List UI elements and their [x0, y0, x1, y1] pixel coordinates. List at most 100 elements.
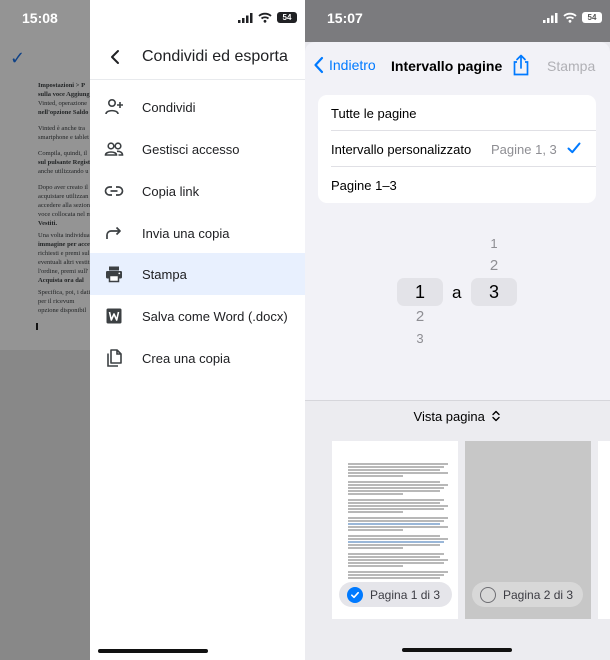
back-label: Indietro — [329, 57, 376, 73]
option-value: Pagine 1, 3 — [491, 142, 557, 157]
link-icon — [104, 186, 124, 196]
option-pages-1-3[interactable]: Pagine 1–3 — [318, 167, 596, 203]
battery-icon: 54 — [582, 12, 602, 23]
menu-item-invia-copia[interactable]: Invia una copia — [90, 212, 305, 254]
share-export-drawer: Condividi ed esporta Condividi Gestisci … — [90, 0, 305, 660]
word-icon — [106, 308, 122, 324]
checked-circle-icon — [347, 586, 363, 603]
thumbnail-text-line — [348, 544, 440, 546]
people-icon — [104, 142, 124, 156]
right-phone-screen: 15:07 54 Indietro Intervallo pagine Stam… — [305, 0, 610, 660]
home-indicator[interactable] — [98, 649, 208, 653]
thumbnail-text-line — [348, 529, 403, 531]
menu-item-copia-link[interactable]: Copia link — [90, 170, 305, 212]
thumbnail-text-line — [348, 556, 440, 558]
drawer-header: Condividi ed esporta — [90, 36, 305, 80]
thumbnail-text-line — [348, 577, 440, 579]
menu-item-label: Copia link — [142, 183, 200, 199]
picker-from-option[interactable]: 2 — [410, 308, 430, 325]
option-label: Pagine 1–3 — [331, 178, 397, 193]
thumbnail-text-line — [348, 487, 444, 489]
picker-to-option[interactable]: 1 — [484, 236, 504, 251]
thumbnail-text-line — [348, 520, 444, 522]
menu-item-salva-word[interactable]: Salva come Word (.docx) — [90, 295, 305, 337]
thumbnail-text-line — [348, 472, 448, 474]
forward-arrow-icon — [106, 226, 121, 239]
page-label: Pagina 2 di 3 — [503, 587, 574, 602]
thumbnail-text-line — [348, 571, 448, 573]
thumbnail-text-line — [348, 541, 444, 543]
option-label: Tutte le pagine — [331, 106, 417, 121]
menu-item-label: Gestisci accesso — [142, 141, 240, 157]
wifi-icon — [258, 12, 272, 23]
menu-item-label: Crea una copia — [142, 350, 231, 366]
thumbnail-text-line — [348, 490, 440, 492]
status-time: 15:08 — [22, 10, 58, 26]
thumbnail-text-line — [348, 484, 448, 486]
left-phone-screen: ✓ Impostazioni > Psulla voce Aggiung Vint… — [0, 0, 305, 660]
print-button[interactable]: Stampa — [547, 58, 595, 74]
share-icon[interactable] — [511, 54, 531, 76]
menu-item-label: Stampa — [142, 266, 187, 282]
page-thumbnail-3[interactable] — [598, 441, 610, 619]
thumbnail-text-line — [348, 466, 444, 468]
dim-overlay-lower — [0, 350, 90, 660]
thumbnail-text-line — [348, 562, 444, 564]
chevron-left-icon — [314, 56, 324, 74]
thumbnail-text-line — [348, 508, 444, 510]
printer-icon — [106, 266, 122, 283]
thumbnail-text-line — [348, 526, 448, 528]
menu-item-crea-copia[interactable]: Crea una copia — [90, 337, 305, 379]
thumbnail-text-line — [348, 553, 444, 555]
checkmark-icon — [567, 142, 581, 154]
copy-icon — [107, 349, 122, 367]
thumbnail-text-line — [348, 505, 448, 507]
option-label: Intervallo personalizzato — [331, 142, 472, 157]
thumbnail-text-line — [348, 511, 403, 513]
cellular-signal-icon — [543, 12, 558, 23]
wifi-icon — [563, 12, 577, 23]
navigation-bar: Indietro Intervallo pagine Stampa — [305, 42, 610, 88]
picker-separator: a — [452, 283, 462, 302]
thumbnail-text-line — [348, 559, 448, 561]
picker-from-option[interactable]: 3 — [410, 331, 430, 346]
menu-item-gestisci-accesso[interactable]: Gestisci accesso — [90, 128, 305, 170]
menu-item-stampa[interactable]: Stampa — [90, 253, 305, 295]
page-preview-area: Vista pagina Pagina 1 di 3 Pagina 2 di 3 — [305, 400, 610, 660]
option-custom-range[interactable]: Intervallo personalizzato Pagine 1, 3 — [318, 131, 596, 167]
picker-to-option[interactable]: 2 — [484, 257, 504, 274]
back-arrow-icon[interactable] — [106, 47, 126, 67]
cellular-signal-icon — [238, 12, 253, 23]
back-button[interactable]: Indietro — [313, 56, 376, 74]
page-1-selector[interactable]: Pagina 1 di 3 — [339, 582, 452, 607]
thumbnail-text-line — [348, 481, 440, 483]
battery-icon: 54 — [277, 12, 297, 23]
thumbnail-text-line — [348, 535, 440, 537]
picker-from-selected[interactable]: 1 — [410, 282, 430, 303]
thumbnail-text-line — [348, 517, 448, 519]
page-view-selector[interactable]: Vista pagina — [305, 409, 610, 424]
thumbnail-text-line — [348, 493, 403, 495]
page-title: Intervallo pagine — [391, 58, 503, 74]
add-person-icon — [105, 98, 123, 115]
option-all-pages[interactable]: Tutte le pagine — [318, 95, 596, 131]
empty-circle-icon — [480, 586, 496, 603]
menu-item-condividi[interactable]: Condividi — [90, 86, 305, 128]
menu-item-label: Invia una copia — [142, 225, 230, 241]
menu-item-label: Condividi — [142, 99, 196, 115]
document-background: ✓ Impostazioni > Psulla voce Aggiung Vint… — [0, 0, 90, 660]
thumbnail-text-line — [348, 475, 403, 477]
thumbnail-text-line — [348, 469, 440, 471]
status-bar: 15:08 54 — [0, 0, 305, 36]
page-range-options: Tutte le pagine Intervallo personalizzat… — [318, 95, 596, 203]
thumbnail-text-line — [348, 499, 444, 501]
thumbnail-text-line — [348, 463, 448, 465]
thumbnail-text-line — [348, 565, 403, 567]
home-indicator[interactable] — [402, 648, 512, 652]
menu-item-label: Salva come Word (.docx) — [142, 308, 288, 324]
page-label: Pagina 1 di 3 — [370, 587, 441, 602]
status-time: 15:07 — [327, 10, 363, 26]
picker-to-selected[interactable]: 3 — [484, 282, 504, 303]
page-2-selector[interactable]: Pagina 2 di 3 — [472, 582, 583, 607]
chevron-up-down-icon — [492, 410, 501, 422]
